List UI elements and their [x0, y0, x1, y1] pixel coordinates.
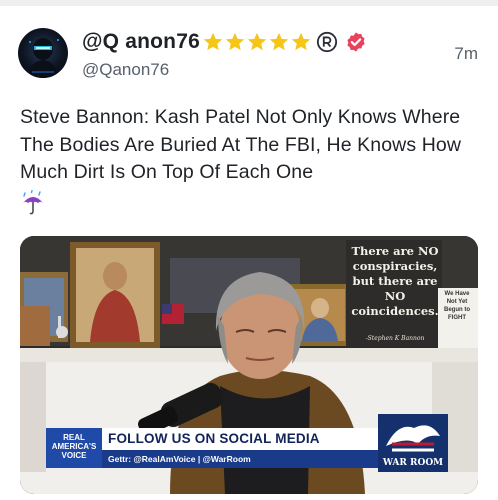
- display-name[interactable]: @Q anon76: [82, 30, 200, 54]
- star-icon: [247, 32, 267, 51]
- star-icon: [291, 32, 311, 51]
- small-wall-sign-text: We Have Not Yet Begun to FIGHT: [444, 291, 470, 321]
- registered-icon: [316, 31, 338, 53]
- network-logo-line3: VOICE: [61, 451, 87, 460]
- warroom-logo-text: WAR ROOM: [382, 458, 444, 468]
- star-rating: [202, 31, 312, 53]
- star-icon: [269, 32, 289, 51]
- star-icon: [203, 32, 223, 51]
- video-thumbnail[interactable]: There are NO conspiracies, but there are…: [20, 236, 478, 494]
- network-logo-line2: AMERICA'S: [51, 442, 97, 451]
- network-logo: REAL AMERICA'S VOICE: [46, 428, 102, 468]
- umbrella-with-rain-icon: [23, 190, 43, 215]
- star-icon: [225, 32, 245, 51]
- network-logo-line1: REAL: [63, 433, 85, 442]
- avatar[interactable]: [18, 28, 68, 78]
- wall-sign-signature: -Stephen K Bannon: [365, 335, 425, 342]
- verified-badge-icon: [347, 32, 365, 52]
- top-divider: [0, 0, 498, 6]
- avatar-image: [28, 38, 59, 78]
- wall-sign-text: There are NO conspiracies, but there are…: [351, 244, 439, 318]
- post-text: Steve Bannon: Kash Patel Not Only Knows …: [20, 106, 462, 183]
- post-timestamp[interactable]: 7m: [454, 44, 478, 64]
- author-name-row[interactable]: @Q anon76: [82, 27, 367, 57]
- author-handle[interactable]: @Qanon76: [82, 60, 169, 80]
